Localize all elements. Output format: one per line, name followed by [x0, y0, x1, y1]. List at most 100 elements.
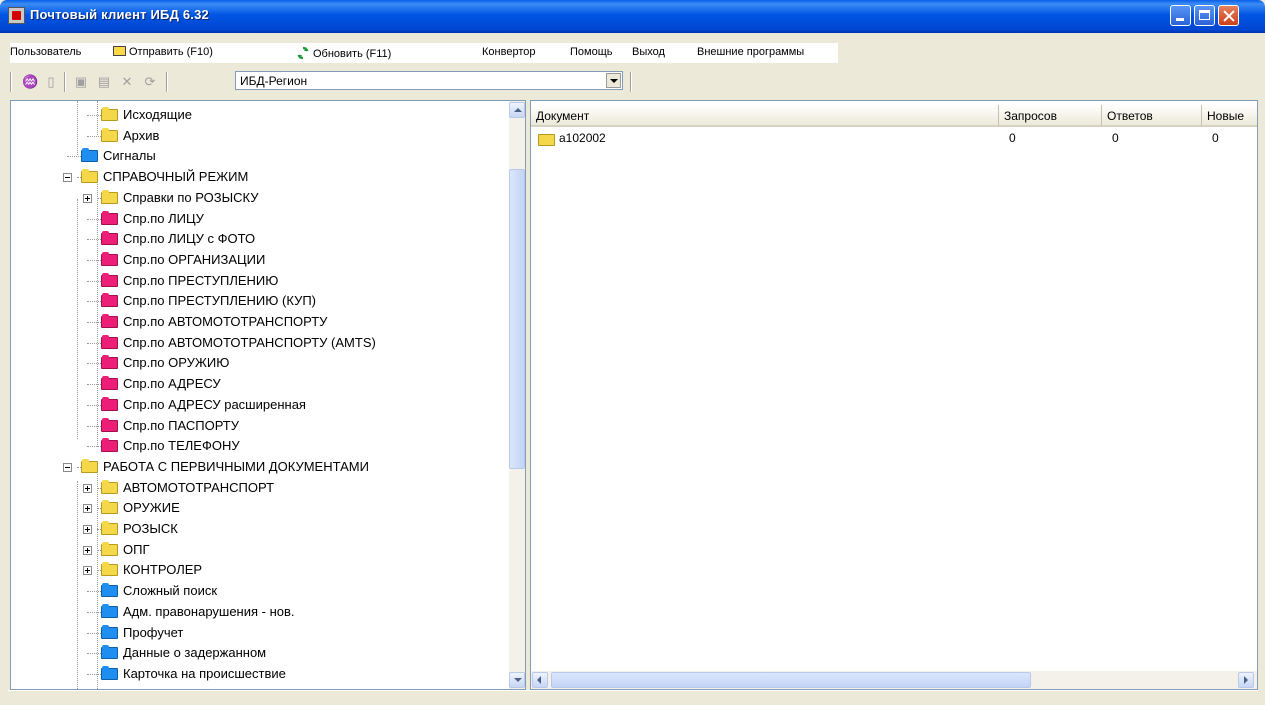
tree-item-label: Спр.по ПРЕСТУПЛЕНИЮ	[123, 272, 279, 288]
folder-icon	[101, 272, 118, 287]
folder-icon	[101, 127, 118, 142]
tree-item-label: Спр.по ОРГАНИЗАЦИИ	[123, 251, 266, 267]
document-icon[interactable]: ▤	[97, 75, 111, 89]
app-icon[interactable]	[8, 7, 25, 24]
column-header-label: Новые	[1207, 109, 1245, 123]
folder-icon	[101, 645, 118, 660]
folder-icon	[101, 107, 118, 121]
folder-icon	[101, 231, 118, 246]
region-select[interactable]: ИБД-Регион	[235, 71, 623, 90]
menu-user[interactable]: Пользователь	[10, 46, 81, 58]
folder-icon	[101, 189, 118, 204]
column-header-document[interactable]: Документ	[531, 105, 999, 127]
folder-icon	[101, 314, 118, 328]
folder-icon	[101, 293, 118, 308]
column-header-answers[interactable]: Ответов	[1102, 105, 1202, 127]
refresh-icon	[297, 46, 309, 60]
tree-item-label: Исходящие	[123, 107, 192, 122]
menu-external-programs[interactable]: Внешние программы	[697, 46, 804, 58]
tree-item-label: Спр.по ЛИЦУ с ФОТО	[123, 231, 256, 247]
expand-icon[interactable]	[83, 525, 92, 534]
tree-item-label: Спр.по АВТОМОТОТРАНСПОРТУ (AMTS)	[123, 334, 376, 350]
maximize-button[interactable]	[1194, 5, 1215, 26]
folder-icon	[101, 334, 118, 349]
tree-item-label: Спр.по АДРЕСУ расширенная	[123, 396, 306, 412]
folder-icon	[101, 603, 118, 618]
tree-item-label: Справки по РОЗЫСКУ	[123, 189, 259, 205]
scroll-right-button[interactable]	[1238, 672, 1254, 688]
toolbar-separator	[166, 72, 168, 92]
close-button[interactable]	[1218, 5, 1239, 26]
delete-icon[interactable]: ✕	[120, 75, 134, 89]
column-header-new[interactable]: Новые	[1202, 105, 1257, 127]
folder-icon	[101, 500, 118, 515]
expand-icon[interactable]	[83, 545, 92, 555]
scroll-up-button[interactable]	[509, 102, 525, 118]
folder-icon	[101, 665, 118, 680]
new-document-icon[interactable]: ▯	[44, 75, 58, 89]
tree-item-label: Спр.по ПРЕСТУПЛЕНИЮ (КУП)	[123, 293, 316, 309]
expand-icon[interactable]	[83, 504, 92, 514]
expand-icon[interactable]	[83, 193, 92, 203]
minimize-button[interactable]	[1170, 5, 1191, 26]
menu-send[interactable]: Отправить (F10)	[113, 46, 213, 58]
region-select-value: ИБД-Регион	[240, 74, 308, 88]
folder-icon	[101, 479, 118, 494]
column-header-requests[interactable]: Запросов	[999, 105, 1102, 127]
scroll-left-button[interactable]	[532, 672, 548, 688]
folder-icon	[101, 583, 118, 598]
tree-item-label: Адм. правонарушения - нов.	[123, 603, 295, 619]
folder-icon	[101, 251, 118, 266]
scroll-thumb[interactable]	[509, 169, 525, 469]
tree-item-label: АВТОМОТОТРАНСПОРТ	[123, 479, 275, 495]
tree-item-label: СПРАВОЧНЫЙ РЕЖИМ	[103, 169, 249, 185]
cell-requests: 0	[1009, 131, 1016, 145]
toolbar: ♒ ▯ ▣ ▤ ✕ ⟳ ИБД-Регион	[10, 69, 1258, 95]
folder-icon	[81, 458, 98, 473]
menu-refresh[interactable]: Обновить (F11)	[296, 46, 391, 60]
properties-icon[interactable]: ▣	[74, 75, 88, 89]
expand-icon[interactable]	[83, 483, 92, 493]
folder-icon	[101, 624, 118, 639]
folder-icon	[101, 210, 118, 225]
window-title: Почтовый клиент ИБД 6.32	[30, 7, 209, 22]
toolbar-grip	[10, 72, 12, 92]
menu-refresh-label: Обновить (F11)	[313, 48, 392, 60]
list-horizontal-scrollbar[interactable]	[531, 671, 1257, 689]
title-bar[interactable]: Почтовый клиент ИБД 6.32	[0, 0, 1265, 33]
menu-help[interactable]: Помощь	[570, 46, 613, 58]
status-bar	[8, 690, 1258, 705]
folder-icon	[101, 541, 118, 556]
collapse-icon[interactable]	[63, 173, 72, 183]
tree-item-label: ОРУЖИЕ	[123, 500, 180, 516]
tree-item-label: Спр.по АВТОМОТОТРАНСПОРТУ	[123, 314, 328, 329]
tree-item-label: КОНТРОЛЕР	[123, 562, 203, 578]
tree-item-label: Сложный поиск	[123, 583, 218, 599]
tree-item-label: Спр.по ЛИЦУ	[123, 210, 204, 226]
column-header-label: Ответов	[1107, 109, 1153, 123]
toolbar-separator	[64, 72, 66, 92]
column-header-label: Документ	[536, 109, 590, 123]
menu-converter[interactable]: Конвертор	[482, 46, 535, 58]
menu-exit[interactable]: Выход	[632, 46, 665, 58]
scroll-thumb[interactable]	[551, 672, 1031, 688]
attach-icon[interactable]: ⟳	[143, 75, 157, 89]
folder-icon	[81, 169, 98, 184]
document-list[interactable]: Документ Запросов Ответов Новые a102002 …	[530, 100, 1258, 690]
chevron-down-icon[interactable]	[606, 73, 621, 88]
tree-item-label: Сигналы	[103, 148, 156, 164]
binoculars-icon[interactable]: ♒	[22, 75, 38, 89]
collapse-icon[interactable]	[63, 462, 72, 472]
folder-tree[interactable]: Исходящие Архив Сигналы СПРАВОЧНЫЙ РЕЖИМ Спр…	[10, 100, 526, 690]
tree-item-label: Карточка на происшествие	[123, 665, 286, 681]
tree-item-label: Данные о задержанном	[123, 645, 267, 661]
expand-icon[interactable]	[83, 566, 92, 576]
cell-new: 0	[1212, 131, 1219, 145]
folder-icon	[101, 417, 118, 432]
toolbar-separator	[630, 72, 632, 92]
folder-icon	[81, 148, 98, 163]
tree-item-label: Архив	[123, 127, 160, 143]
tree-item-label: РОЗЫСК	[123, 521, 178, 536]
tree-vertical-scrollbar[interactable]	[509, 101, 525, 689]
scroll-down-button[interactable]	[509, 672, 525, 688]
